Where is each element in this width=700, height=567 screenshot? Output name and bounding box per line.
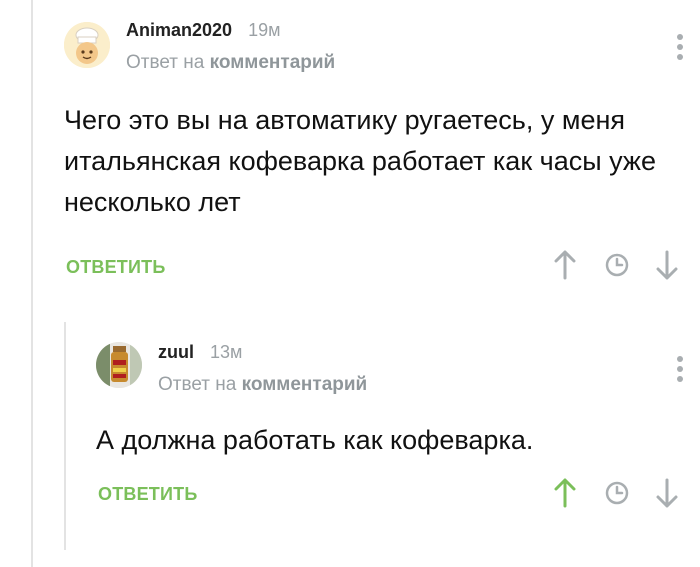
clock-icon[interactable]	[600, 476, 634, 510]
comment-actions	[544, 248, 684, 282]
comment-time: 13м	[210, 342, 243, 362]
comment-meta: Animan2020 19м	[126, 20, 280, 41]
upvote-arrow-icon[interactable]	[548, 248, 582, 282]
comment-actions	[544, 476, 684, 510]
photo-avatar-icon	[96, 342, 142, 388]
reply-target-link[interactable]: комментарий	[242, 374, 368, 395]
reply-to-line: Ответ на комментарий	[158, 374, 367, 396]
reply-prefix: Ответ на	[126, 52, 205, 73]
reply-target-link[interactable]: комментарий	[210, 52, 336, 73]
thread-line-outer	[31, 0, 33, 567]
reply-to-line: Ответ на комментарий	[126, 52, 335, 74]
menu-dots-icon[interactable]	[676, 356, 684, 386]
comment-text: Чего это вы на автоматику ругаетесь, у м…	[64, 105, 657, 217]
downvote-arrow-icon[interactable]	[650, 476, 684, 510]
reply-button[interactable]: ОТВЕТИТЬ	[66, 257, 165, 278]
username[interactable]: Animan2020	[126, 20, 232, 40]
reply-prefix: Ответ на	[158, 374, 237, 395]
upvote-arrow-icon[interactable]	[548, 476, 582, 510]
menu-dots-icon[interactable]	[676, 34, 684, 64]
username[interactable]: zuul	[158, 342, 194, 362]
clock-icon[interactable]	[600, 248, 634, 282]
downvote-arrow-icon[interactable]	[650, 248, 684, 282]
chef-avatar-icon	[64, 22, 110, 68]
comment-text: А должна работать как кофеварка.	[96, 425, 534, 455]
reply-button[interactable]: ОТВЕТИТЬ	[98, 484, 197, 505]
avatar-animan2020[interactable]	[64, 22, 110, 68]
comment-meta: zuul 13м	[158, 342, 242, 363]
comment-time: 19м	[248, 20, 281, 40]
avatar-zuul[interactable]	[96, 342, 142, 388]
thread-line-inner	[64, 322, 66, 550]
